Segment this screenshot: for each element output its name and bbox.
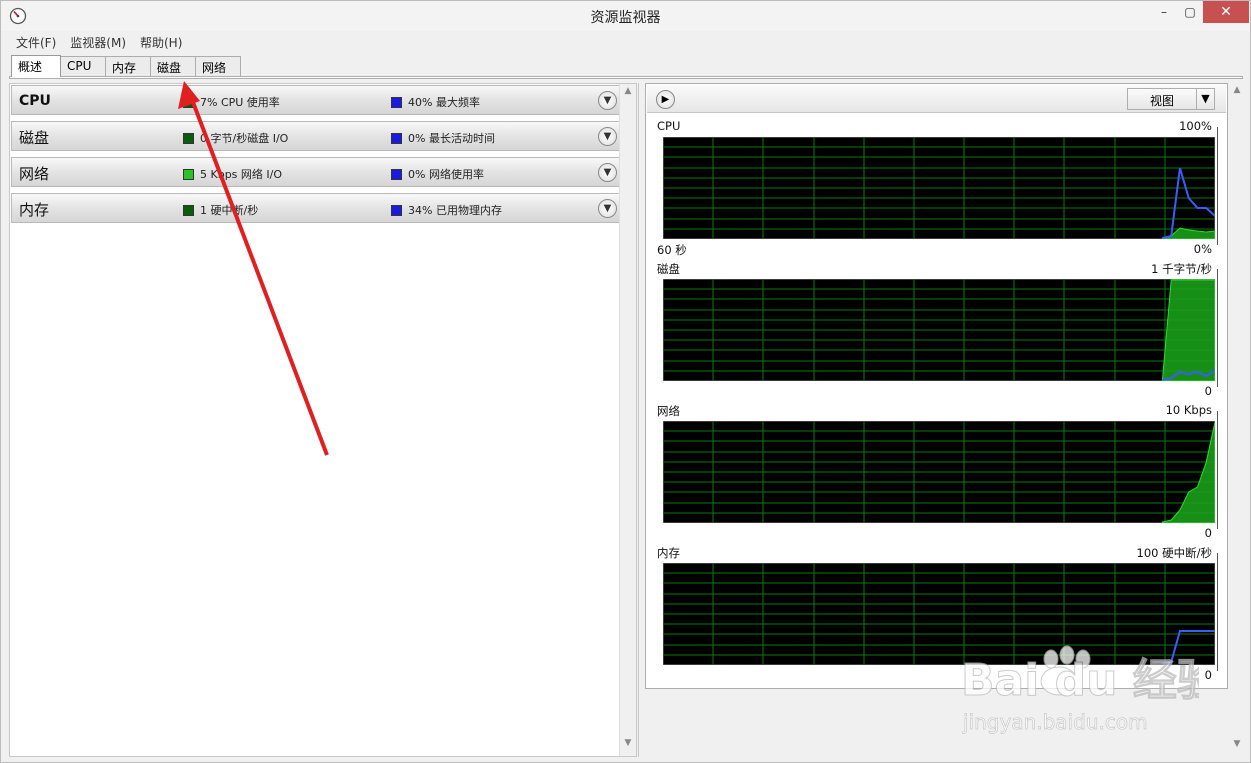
graph-canvas (663, 421, 1215, 523)
blue-swatch-icon (391, 168, 402, 180)
menu-bar: 文件(F) 监视器(M) 帮助(H) (9, 32, 189, 52)
vertical-scrollbar[interactable]: ▲ ▼ (619, 84, 636, 756)
view-button[interactable]: 视图 ▼ (1127, 88, 1215, 110)
graph-frame: ▶ 视图 ▼ CPU 100% 60 秒 0% 磁盘 1 千字节/秒 0 网络 … (645, 83, 1228, 689)
tab-disk[interactable]: 磁盘 (150, 56, 196, 77)
graph-min: 0% (1193, 242, 1212, 256)
view-label: 视图 (1149, 94, 1174, 108)
graph-min: 0 (1204, 526, 1212, 540)
graph-toolbar: ▶ 视图 ▼ (647, 85, 1226, 113)
graph-max: 1 千字节/秒 (1151, 262, 1212, 276)
graph-max: 100 硬中断/秒 (1136, 546, 1212, 560)
section-title: 磁盘 (19, 129, 50, 147)
menu-monitor[interactable]: 监视器(M) (63, 32, 133, 52)
graph-max: 10 Kbps (1165, 403, 1212, 417)
graph-tick-scale (1217, 269, 1223, 387)
expand-chevron-icon[interactable]: ▼ (598, 127, 617, 146)
resource-monitor-window: 资源监视器 – ▢ ✕ 文件(F) 监视器(M) 帮助(H) 概述 CPU 内存… (0, 0, 1251, 763)
legend-physical-memory: 34% 已用物理内存 (391, 202, 502, 218)
graph-canvas (663, 279, 1215, 381)
maximize-button[interactable]: ▢ (1177, 1, 1203, 23)
tab-overview[interactable]: 概述 (11, 55, 61, 77)
title-bar: 资源监视器 – ▢ ✕ (1, 1, 1250, 31)
svg-text:Bai du 经验: Bai du 经验 (961, 655, 1199, 706)
section-title: 网络 (19, 165, 50, 183)
tab-network[interactable]: 网络 (195, 56, 241, 77)
blue-swatch-icon (391, 96, 402, 108)
menu-help[interactable]: 帮助(H) (133, 32, 189, 52)
scroll-up-icon[interactable]: ▲ (620, 86, 636, 102)
legend-text: 0% 最长活动时间 (408, 132, 495, 145)
legend-text: 34% 已用物理内存 (408, 204, 502, 217)
blue-swatch-icon (391, 204, 402, 216)
scroll-down-icon[interactable]: ▼ (1229, 739, 1245, 755)
collapse-chevron-icon[interactable]: ▶ (656, 90, 675, 109)
graph-title: 网络 (657, 404, 680, 418)
graph-max: 100% (1179, 119, 1212, 133)
section-title: 内存 (19, 201, 50, 219)
tab-bar: 概述 CPU 内存 磁盘 网络 (11, 55, 241, 77)
window-title: 资源监视器 (590, 10, 661, 26)
graph-title: 磁盘 (657, 262, 680, 276)
legend-active-time: 0% 最长活动时间 (391, 130, 495, 146)
disk-graph (663, 279, 1215, 381)
section-title: CPU (19, 93, 51, 109)
tab-cpu[interactable]: CPU (60, 56, 106, 77)
blue-swatch-icon (391, 132, 402, 144)
graph-tick-scale (1217, 411, 1223, 529)
graph-title: 内存 (657, 546, 680, 560)
legend-network-utilization: 0% 网络使用率 (391, 166, 484, 182)
dropdown-arrow-icon[interactable]: ▼ (1196, 89, 1214, 109)
watermark-logo: Bai du 经验 jingyan.baidu.com (961, 645, 1221, 734)
graph-title: CPU (657, 119, 681, 133)
scroll-down-icon[interactable]: ▼ (620, 738, 636, 754)
menu-file[interactable]: 文件(F) (9, 32, 63, 52)
tab-memory[interactable]: 内存 (105, 56, 151, 77)
expand-chevron-icon[interactable]: ▼ (598, 163, 617, 182)
green-series-area (1161, 279, 1215, 381)
red-annotation-arrow (178, 81, 329, 456)
graph-pane-scrollbar[interactable]: ▲ ▼ (1229, 83, 1246, 757)
network-graph (663, 421, 1215, 523)
graph-tick-scale (1217, 127, 1223, 245)
legend-text: 40% 最大频率 (408, 96, 480, 109)
scroll-up-icon[interactable]: ▲ (1229, 85, 1245, 101)
graph-min: 0 (1204, 384, 1212, 398)
cpu-graph (663, 137, 1215, 239)
expand-chevron-icon[interactable]: ▼ (598, 199, 617, 218)
expand-chevron-icon[interactable]: ▼ (598, 91, 617, 110)
tab-strip-border (9, 76, 1243, 79)
graph-canvas (663, 137, 1215, 239)
minimize-button[interactable]: – (1151, 1, 1177, 23)
legend-text: 0% 网络使用率 (408, 168, 484, 181)
svg-text:jingyan.baidu.com: jingyan.baidu.com (962, 710, 1148, 734)
graph-tick-scale (1217, 553, 1223, 671)
graph-timespan: 60 秒 (657, 243, 687, 257)
close-button[interactable]: ✕ (1203, 1, 1249, 23)
baidu-jingyan-watermark: Bai du 经验 jingyan.baidu.com (959, 629, 1221, 739)
legend-max-frequency: 40% 最大频率 (391, 94, 480, 110)
